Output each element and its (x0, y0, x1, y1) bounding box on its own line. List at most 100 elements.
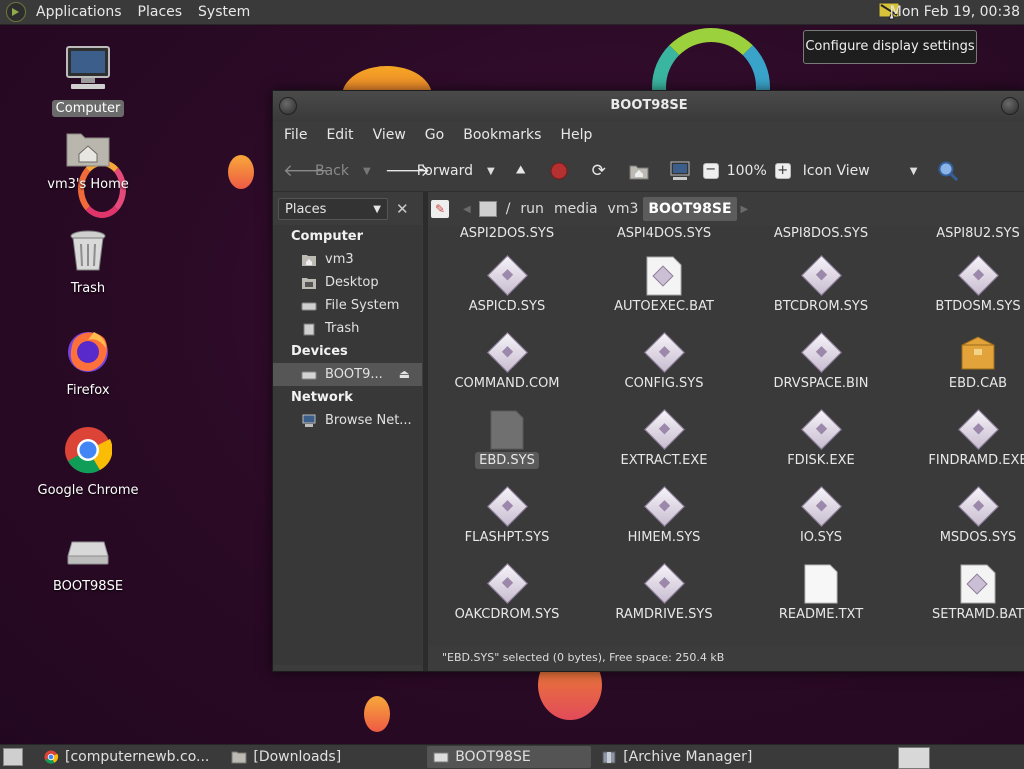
taskbar-item-chrome[interactable]: [computernewb.co... (37, 746, 215, 768)
breadcrumb-media[interactable]: media (549, 197, 603, 221)
show-desktop-icon[interactable] (3, 748, 23, 766)
forward-button[interactable]: 🡒 Forward ▼ (385, 161, 495, 181)
desktop-icon-chrome[interactable]: Google Chrome (28, 426, 148, 499)
chrome-icon (65, 427, 113, 474)
file-item[interactable]: EXTRACT.EXE (589, 408, 739, 469)
desktop-icon-label: Google Chrome (37, 483, 139, 498)
file-item[interactable]: HIMEM.SYS (589, 485, 739, 546)
desktop-icon-trash[interactable]: Trash (28, 228, 148, 297)
file-item[interactable]: README.TXT (746, 564, 896, 623)
menu-applications[interactable]: Applications (28, 0, 130, 24)
file-item[interactable]: OAKCDROM.SYS (432, 562, 582, 623)
desktop-icon-firefox[interactable]: Firefox (28, 326, 148, 399)
computer-icon (66, 46, 110, 89)
wallpaper-small-blob (228, 155, 254, 189)
sidebar-item-desktop[interactable]: Desktop (273, 271, 422, 294)
taskbar-item-downloads[interactable]: [Downloads] (225, 746, 347, 768)
taskbar-item-boot98se[interactable]: BOOT98SE (427, 746, 592, 768)
sidepane-type-select[interactable]: Places ▼ (278, 198, 388, 220)
desktop-icon-computer[interactable]: Computer (28, 44, 148, 117)
chevron-down-icon[interactable]: ▼ (363, 166, 371, 177)
file-name: SETRAMD.BAT (932, 607, 1024, 622)
computer-button[interactable] (669, 161, 691, 181)
file-item[interactable]: IO.SYS (746, 485, 896, 546)
file-item[interactable]: FDISK.EXE (746, 408, 896, 469)
chevron-down-icon: ▼ (909, 165, 918, 177)
crumb-scroll-right-icon[interactable]: ▶ (737, 204, 753, 215)
edit-location-icon[interactable]: ✎ (431, 200, 449, 218)
window-titlebar[interactable]: BOOT98SE (273, 91, 1024, 121)
file-item[interactable]: BTCDROM.SYS (746, 254, 896, 315)
desktop-icon-boot98se[interactable]: BOOT98SE (28, 530, 148, 595)
sidebar-item-file-system[interactable]: File System (273, 294, 422, 317)
menu-go[interactable]: Go (414, 127, 452, 143)
drive-icon (67, 541, 109, 565)
sidebar-item-trash[interactable]: Trash (273, 317, 422, 340)
file-item[interactable]: EBD.CAB (903, 333, 1024, 392)
location-bar: ✎ ◀ / run media vm3 BOOT98SE ▶ (431, 196, 1021, 222)
file-item[interactable]: BTDOSM.SYS (903, 254, 1024, 315)
view-mode-select[interactable]: Icon View ▼ (803, 163, 918, 179)
sidebar-item-vm3[interactable]: vm3 (273, 248, 422, 271)
file-item[interactable]: RAMDRIVE.SYS (589, 562, 739, 623)
search-button[interactable] (937, 160, 959, 182)
file-item[interactable]: ASPI8DOS.SYS (746, 226, 896, 242)
file-item[interactable]: COMMAND.COM (432, 331, 582, 392)
file-item[interactable]: SETRAMD.BAT (903, 564, 1024, 623)
firefox-icon (68, 332, 108, 372)
chevron-down-icon[interactable]: ▼ (487, 166, 495, 177)
file-item[interactable]: AUTOEXEC.BAT (589, 256, 739, 315)
file-item[interactable]: DRVSPACE.BIN (746, 331, 896, 392)
root-drive-icon[interactable] (478, 201, 497, 217)
menu-system[interactable]: System (190, 0, 258, 24)
reload-button[interactable]: ⟳ (589, 161, 609, 181)
forward-label: Forward (416, 163, 474, 179)
menu-view[interactable]: View (362, 127, 414, 143)
desktop-icon-home[interactable]: vm3's Home (28, 128, 148, 193)
breadcrumb-root[interactable]: / (501, 197, 516, 221)
taskbar-item-label: [Archive Manager] (623, 749, 753, 765)
workspace-switcher-icon[interactable] (898, 747, 930, 769)
eject-icon[interactable]: ⏏ (399, 363, 410, 386)
system-file-icon (643, 408, 686, 451)
close-icon[interactable]: ✕ (396, 200, 409, 218)
clock[interactable]: Mon Feb 19, 00:38 (890, 0, 1020, 24)
menu-help[interactable]: Help (549, 127, 600, 143)
file-item[interactable]: ASPI4DOS.SYS (589, 226, 739, 242)
zoom-level[interactable]: 100% (727, 163, 767, 179)
window-close-button[interactable] (1001, 97, 1019, 115)
file-item[interactable]: ASPICD.SYS (432, 254, 582, 315)
menu-places[interactable]: Places (130, 0, 191, 24)
breadcrumb-current[interactable]: BOOT98SE (643, 197, 737, 221)
file-item[interactable]: FINDRAMD.EXE (903, 408, 1024, 469)
file-item[interactable]: ASPI8U2.SYS (903, 226, 1024, 242)
file-item[interactable]: CONFIG.SYS (589, 331, 739, 392)
taskbar-item-archive-manager[interactable]: [Archive Manager] (595, 746, 758, 768)
file-name: AUTOEXEC.BAT (614, 299, 714, 314)
icon-view[interactable]: ASPI2DOS.SYS ASPI4DOS.SYS ASPI8DOS.SYS A… (428, 226, 1024, 646)
menu-edit[interactable]: Edit (315, 127, 361, 143)
breadcrumb-run[interactable]: run (515, 197, 549, 221)
zoom-in-button[interactable]: + (774, 163, 791, 179)
menubar: File Edit View Go Bookmarks Help (273, 123, 1024, 147)
zoom-out-button[interactable]: − (702, 163, 719, 179)
menu-bookmarks[interactable]: Bookmarks (452, 127, 549, 143)
crumb-scroll-left-icon[interactable]: ◀ (459, 204, 475, 215)
file-manager-window[interactable]: BOOT98SE File Edit View Go Bookmarks Hel… (272, 90, 1024, 672)
stop-button[interactable] (549, 161, 569, 181)
system-file-icon (957, 485, 1000, 528)
file-item[interactable]: FLASHPT.SYS (432, 485, 582, 546)
back-button[interactable]: 🡐 Back ▼ (283, 161, 371, 181)
file-item[interactable]: ASPI2DOS.SYS (432, 226, 582, 242)
file-item[interactable]: MSDOS.SYS (903, 485, 1024, 546)
mate-logo-icon[interactable] (6, 2, 26, 22)
file-item[interactable]: EBD.SYS (432, 410, 582, 469)
desktop-icon-label: vm3's Home (47, 177, 129, 192)
up-button[interactable]: ⯅ (511, 161, 531, 181)
sidebar-item-boot98se[interactable]: BOOT9... ⏏ (273, 363, 422, 386)
sidebar-item-browse-network[interactable]: Browse Net... (273, 409, 422, 432)
menu-file[interactable]: File (273, 127, 315, 143)
file-name: FDISK.EXE (787, 453, 855, 468)
home-button[interactable] (629, 162, 649, 180)
breadcrumb-vm3[interactable]: vm3 (603, 197, 644, 221)
